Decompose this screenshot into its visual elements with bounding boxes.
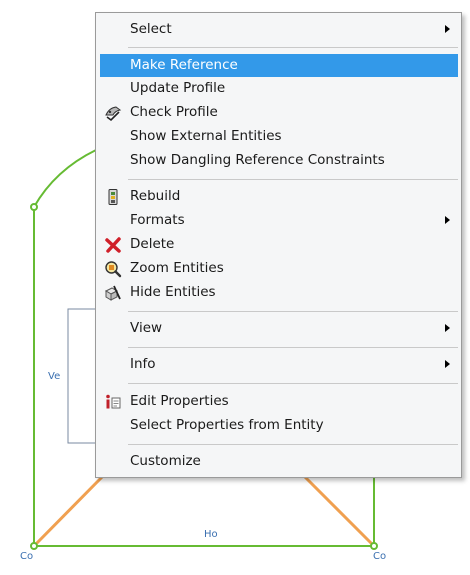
submenu-arrow-icon: [445, 360, 450, 368]
menu-item-label: Select Properties from Entity: [130, 417, 324, 433]
menu-item-label: Select: [130, 21, 172, 37]
label-horizontal: Ho: [204, 529, 218, 540]
check-profile-icon: [105, 106, 122, 122]
menu-item-zoom-entities[interactable]: Zoom Entities: [100, 257, 458, 280]
menu-item-edit-properties[interactable]: Edit Properties: [100, 390, 458, 413]
delete-icon: [105, 237, 121, 253]
menu-item-check-profile[interactable]: Check Profile: [100, 101, 458, 124]
menu-item-show-external-entities[interactable]: Show External Entities: [100, 125, 458, 148]
menu-item-select[interactable]: Select: [100, 18, 458, 41]
menu-separator: [128, 383, 458, 384]
menu-item-select-properties-from-entity[interactable]: Select Properties from Entity: [100, 414, 458, 437]
menu-item-label: Update Profile: [130, 80, 226, 96]
submenu-arrow-icon: [445, 324, 450, 332]
menu-item-label: Customize: [130, 453, 201, 469]
menu-separator: [128, 179, 458, 180]
label-vertical: Ve: [48, 371, 61, 382]
menu-item-label: Edit Properties: [130, 393, 229, 409]
menu-item-label: Zoom Entities: [130, 260, 224, 276]
menu-item-info[interactable]: Info: [100, 353, 458, 376]
menu-separator: [128, 347, 458, 348]
menu-item-label: Show External Entities: [130, 128, 282, 144]
menu-item-label: Delete: [130, 236, 175, 252]
submenu-arrow-icon: [445, 25, 450, 33]
context-menu: Select Make Reference Update Profile Che…: [95, 12, 462, 478]
menu-item-customize[interactable]: Customize: [100, 450, 458, 473]
menu-separator: [128, 444, 458, 445]
menu-item-label: Formats: [130, 212, 185, 228]
menu-item-delete[interactable]: Delete: [100, 233, 458, 256]
sketch-point-bottom-left[interactable]: [30, 542, 38, 550]
menu-item-hide-entities[interactable]: Hide Entities: [100, 281, 458, 304]
sketch-point-arc-end[interactable]: [30, 203, 38, 211]
menu-item-make-reference[interactable]: Make Reference: [100, 54, 458, 77]
menu-item-label: Hide Entities: [130, 284, 216, 300]
label-coincident-right: Co: [373, 551, 387, 562]
menu-item-show-dangling-constraints[interactable]: Show Dangling Reference Constraints: [100, 149, 458, 172]
sketch-point-bottom-right[interactable]: [370, 542, 378, 550]
label-coincident-left: Co: [20, 551, 34, 562]
menu-item-label: Info: [130, 356, 156, 372]
menu-item-view[interactable]: View: [100, 317, 458, 340]
menu-item-label: Rebuild: [130, 188, 181, 204]
properties-icon: [106, 394, 121, 409]
menu-separator: [128, 311, 458, 312]
rebuild-icon: [108, 189, 118, 205]
hide-icon: [104, 285, 121, 301]
menu-item-label: Show Dangling Reference Constraints: [130, 152, 385, 168]
zoom-icon: [105, 261, 122, 278]
menu-separator: [128, 47, 458, 48]
menu-item-rebuild[interactable]: Rebuild: [100, 185, 458, 208]
menu-item-label: View: [130, 320, 163, 336]
menu-item-label: Make Reference: [130, 57, 238, 73]
submenu-arrow-icon: [445, 216, 450, 224]
menu-item-formats[interactable]: Formats: [100, 209, 458, 232]
menu-item-label: Check Profile: [130, 104, 218, 120]
menu-item-update-profile[interactable]: Update Profile: [100, 77, 458, 100]
